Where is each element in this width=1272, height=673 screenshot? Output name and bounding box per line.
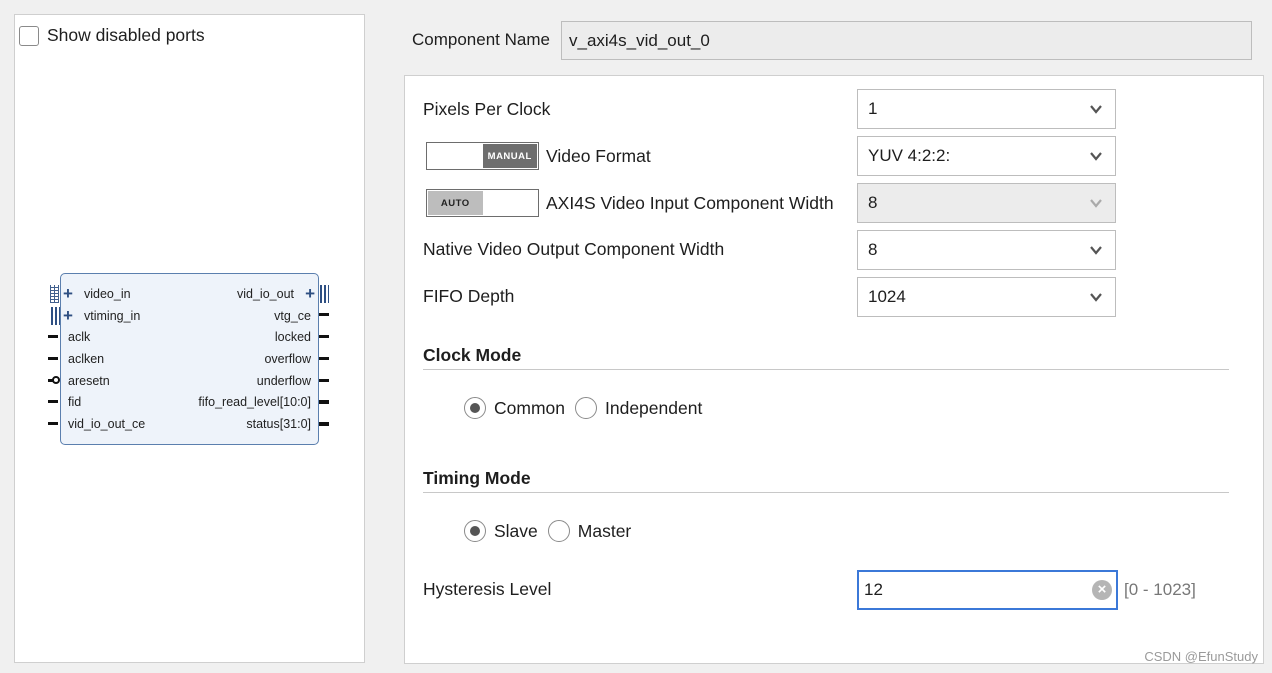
radio-button[interactable] [575, 397, 597, 419]
chevron-down-icon [1090, 152, 1102, 161]
section-divider [423, 369, 1229, 370]
port-locked: locked [274, 330, 311, 344]
chevron-down-icon [1090, 199, 1102, 208]
pin [48, 335, 58, 338]
clock-mode-common-option[interactable]: Common [464, 397, 565, 419]
hysteresis-input[interactable]: 12 × [857, 570, 1118, 610]
radio-button-selected[interactable] [464, 397, 486, 419]
hysteresis-value: 12 [864, 580, 883, 599]
chevron-down-icon [1090, 105, 1102, 114]
timing-mode-slave-option[interactable]: Slave [464, 520, 538, 542]
radio-label: Common [494, 397, 565, 418]
pixels-per-clock-label: Pixels Per Clock [423, 99, 551, 119]
fifo-depth-label: FIFO Depth [423, 286, 515, 306]
fifo-depth-select[interactable]: 1024 [857, 277, 1116, 317]
port-status: status[31:0] [246, 417, 311, 431]
port-overflow: overflow [264, 352, 311, 366]
expand-plus-icon[interactable]: + [305, 285, 315, 302]
radio-button-selected[interactable] [464, 520, 486, 542]
show-disabled-ports-label: Show disabled ports [47, 25, 205, 45]
expand-plus-icon[interactable]: + [63, 285, 73, 302]
toggle-auto-segment: AUTO [427, 190, 484, 216]
pin [319, 357, 329, 360]
bus-pin [319, 400, 329, 404]
port-aresetn: aresetn [68, 374, 110, 388]
port-vtiming-in: vtiming_in [84, 309, 141, 323]
ip-symbol-panel: Show disabled ports + video_in + vtiming… [14, 14, 365, 663]
axi4s-width-label: AXI4S Video Input Component Width [546, 193, 834, 213]
component-name-label: Component Name [412, 30, 550, 49]
pin [319, 313, 329, 316]
port-vid-io-out-ce: vid_io_out_ce [68, 417, 146, 431]
native-width-select[interactable]: 8 [857, 230, 1116, 270]
pin [319, 379, 329, 382]
port-underflow: underflow [256, 374, 311, 388]
toggle-off-segment [427, 143, 482, 169]
hysteresis-range: [0 - 1023] [1124, 580, 1196, 599]
chevron-down-icon [1090, 293, 1102, 302]
interface-bus-icon [50, 285, 59, 303]
chevron-down-icon [1090, 246, 1102, 255]
expand-plus-icon[interactable]: + [63, 307, 73, 324]
pin [48, 400, 58, 403]
clock-mode-independent-option[interactable]: Independent [575, 397, 702, 419]
port-vtg-ce: vtg_ce [274, 309, 311, 323]
port-fifo-read-level: fifo_read_level[10:0] [198, 395, 311, 409]
ip-block-symbol: + video_in + vtiming_in aclk aclken ares… [60, 273, 319, 445]
radio-label: Slave [494, 520, 538, 541]
radio-label: Independent [605, 397, 703, 418]
toggle-off-segment [484, 190, 539, 216]
pin [48, 422, 58, 425]
clock-mode-radio-group: Common Independent [464, 397, 712, 419]
pixels-per-clock-value: 1 [868, 99, 878, 118]
component-name-field[interactable]: v_axi4s_vid_out_0 [561, 21, 1252, 60]
section-divider [423, 492, 1229, 493]
show-disabled-ports-checkbox[interactable] [19, 25, 39, 46]
interface-bus-icon [320, 285, 329, 303]
port-aclk: aclk [68, 330, 91, 344]
watermark: CSDN @EfunStudy [1144, 649, 1258, 664]
pin [319, 335, 329, 338]
native-width-value: 8 [868, 240, 878, 259]
port-aclken: aclken [68, 352, 105, 366]
clear-icon[interactable]: × [1092, 580, 1112, 600]
pin [48, 357, 58, 360]
native-width-label: Native Video Output Component Width [423, 239, 725, 259]
pixels-per-clock-select[interactable]: 1 [857, 89, 1116, 129]
timing-mode-title: Timing Mode [423, 468, 531, 488]
port-vid-io-out: vid_io_out [237, 287, 294, 301]
bus-pin [319, 422, 329, 426]
video-format-mode-toggle[interactable]: MANUAL [426, 142, 539, 170]
video-format-select[interactable]: YUV 4:2:2: [857, 136, 1116, 176]
active-low-bubble [52, 376, 60, 384]
axi4s-width-mode-toggle[interactable]: AUTO [426, 189, 539, 217]
radio-label: Master [577, 520, 632, 541]
timing-mode-master-option[interactable]: Master [547, 520, 632, 542]
config-panel: Pixels Per Clock 1 MANUAL Video Format Y… [404, 75, 1264, 664]
axi4s-width-select: 8 [857, 183, 1116, 223]
radio-button[interactable] [547, 520, 570, 542]
toggle-manual-segment: MANUAL [481, 143, 538, 169]
hysteresis-label: Hysteresis Level [423, 579, 552, 599]
axi4s-width-value: 8 [868, 193, 878, 212]
show-disabled-ports-option[interactable]: Show disabled ports [19, 25, 205, 46]
clock-mode-title: Clock Mode [423, 345, 522, 365]
fifo-depth-value: 1024 [868, 287, 906, 306]
timing-mode-radio-group: Slave Master [464, 520, 641, 542]
port-video-in: video_in [84, 287, 131, 301]
video-format-value: YUV 4:2:2: [868, 146, 951, 165]
interface-bus-icon [51, 307, 60, 325]
port-fid: fid [68, 395, 82, 409]
video-format-label: Video Format [546, 146, 651, 166]
